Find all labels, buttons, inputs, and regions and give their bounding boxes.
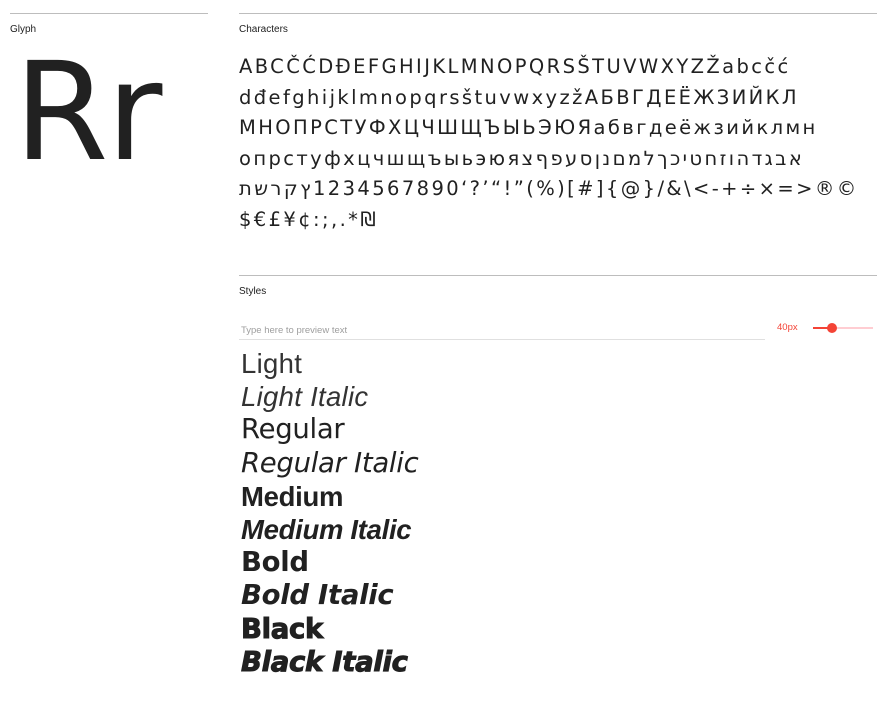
character-set: ABCČĆDĐEFGHIJKLMNOPQRSŠTUVWXYZŽabcčć dđe… [239, 52, 879, 235]
character-line-text: dđefghijklmnopqrsštuvwxyzžАБВГДЕЁЖЗИЙКЛ [239, 85, 799, 109]
character-line: ץקרשת1234567890‘?’“!”(%)[#]{@}/&\<-+÷×=>… [239, 174, 879, 205]
character-line: опрстуфхцчшщъыьэюяאבגדהוזחטיכךלמםנןסעפףצ [239, 144, 879, 175]
hebrew-characters: ץקרשת [239, 177, 313, 200]
character-line: ABCČĆDĐEFGHIJKLMNOPQRSŠTUVWXYZŽabcčć [239, 52, 879, 83]
style-preview-item: Medium [241, 480, 344, 512]
hebrew-characters: אבגדהוזחטיכךלמםנןסעפףצ [521, 146, 805, 170]
slider-thumb[interactable] [827, 323, 838, 333]
style-preview-list: Light Light Italic Regular Regular Italic Me… [240, 347, 419, 679]
character-line-text: МНОПРСТУФХЦЧШЩЪЫЬЭЮЯабвгдеёжзийклмн [239, 116, 818, 139]
style-preview-item: Light [241, 348, 303, 379]
character-line-text: 1234567890‘?’“!”(%)[#]{@}/&\<-+÷×=>®© [313, 177, 859, 200]
styles-section-divider [239, 275, 877, 276]
style-preview-item: Medium Italic [241, 514, 412, 546]
style-preview-item: Regular [241, 413, 345, 446]
characters-section-divider [239, 13, 877, 14]
character-line-text: опрстуфхцчшщъыьэюя [239, 146, 522, 170]
characters-section-label: Characters [239, 24, 288, 35]
character-line: $€£¥¢:;,.*₪ [239, 205, 879, 236]
glyph-section-divider [10, 13, 208, 14]
character-line: МНОПРСТУФХЦЧШЩЪЫЬЭЮЯабвгдеёжзийклмн [239, 113, 879, 144]
preview-text-input[interactable] [239, 322, 765, 340]
style-preview-item: Bold Italic [241, 579, 394, 612]
font-size-label: 40px [777, 322, 798, 333]
character-line-text: $€£¥¢:;,.*₪ [239, 207, 379, 231]
styles-section-label: Styles [239, 286, 267, 297]
glyph-preview: Rr [14, 34, 162, 192]
style-preview-item: Black Italic [240, 645, 408, 678]
style-preview-item: Bold [241, 546, 309, 579]
font-size-slider[interactable] [813, 322, 873, 334]
style-preview-item: Black [240, 612, 324, 645]
character-line-text: ABCČĆDĐEFGHIJKLMNOPQRSŠTUVWXYZŽabcčć [239, 55, 791, 78]
style-preview-item: Regular Italic [241, 446, 419, 479]
style-preview-item: Light Italic [241, 381, 369, 413]
character-line: dđefghijklmnopqrsštuvwxyzžАБВГДЕЁЖЗИЙКЛ [239, 83, 879, 114]
